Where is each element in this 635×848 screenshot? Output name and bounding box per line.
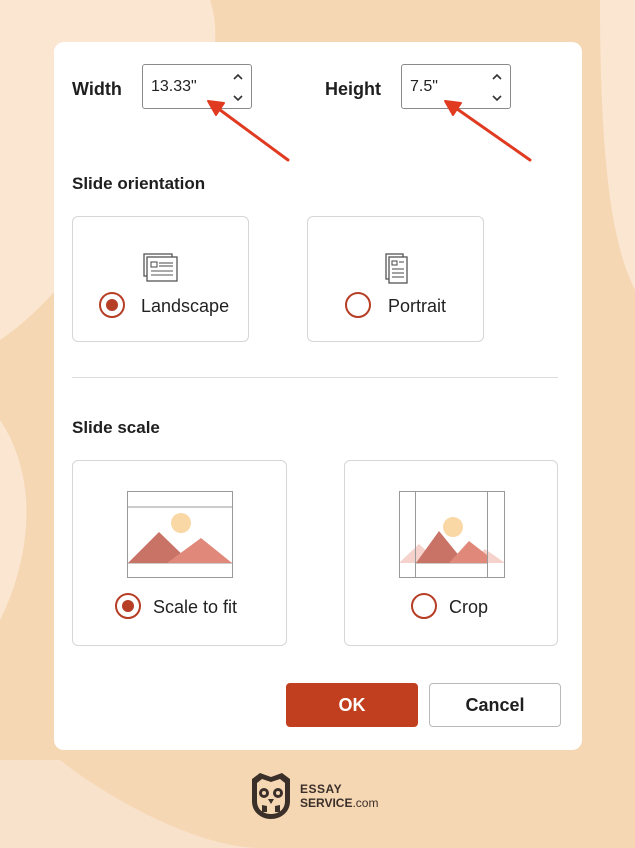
scale-to-fit-option[interactable]: Scale to fit: [72, 460, 287, 646]
annotation-arrows: [207, 100, 532, 162]
height-arrow: [444, 100, 532, 162]
essayservice-logo: ESSAY SERVICE.com: [248, 771, 398, 821]
portrait-label: Portrait: [388, 296, 447, 316]
section-divider: [72, 377, 558, 378]
width-arrow: [207, 100, 290, 162]
slide-size-dialog: Width 13.33" Height 7.5" Slide orientati…: [54, 42, 582, 750]
scale-to-fit-radio[interactable]: [115, 593, 141, 619]
landscape-slide-icon: [143, 253, 178, 282]
orientation-title: Slide orientation: [72, 174, 206, 193]
scale-to-fit-label: Scale to fit: [153, 597, 238, 617]
ok-button[interactable]: OK: [286, 683, 418, 727]
portrait-radio[interactable]: [345, 292, 371, 318]
portrait-option[interactable]: Portrait: [307, 216, 484, 342]
brand-name: SERVICE: [300, 796, 353, 810]
radio-selected-dot: [106, 299, 118, 311]
crop-radio[interactable]: [411, 593, 437, 619]
radio-selected-dot: [122, 600, 134, 612]
brand-line-2: SERVICE.com: [300, 796, 378, 810]
landscape-label: Landscape: [141, 296, 230, 316]
portrait-slide-icon: [385, 253, 408, 284]
brand-line-1: ESSAY: [300, 782, 343, 796]
scale-title: Slide scale: [72, 418, 160, 437]
crop-image-icon: [399, 491, 505, 578]
scale-to-fit-image-icon: [127, 491, 233, 578]
landscape-option[interactable]: Landscape: [72, 216, 249, 342]
cancel-button[interactable]: Cancel: [429, 683, 561, 727]
crop-option[interactable]: Crop: [344, 460, 558, 646]
landscape-radio[interactable]: [99, 292, 125, 318]
owl-logo-icon: [252, 773, 290, 819]
brand-suffix: .com: [352, 796, 379, 810]
crop-label: Crop: [449, 597, 489, 617]
